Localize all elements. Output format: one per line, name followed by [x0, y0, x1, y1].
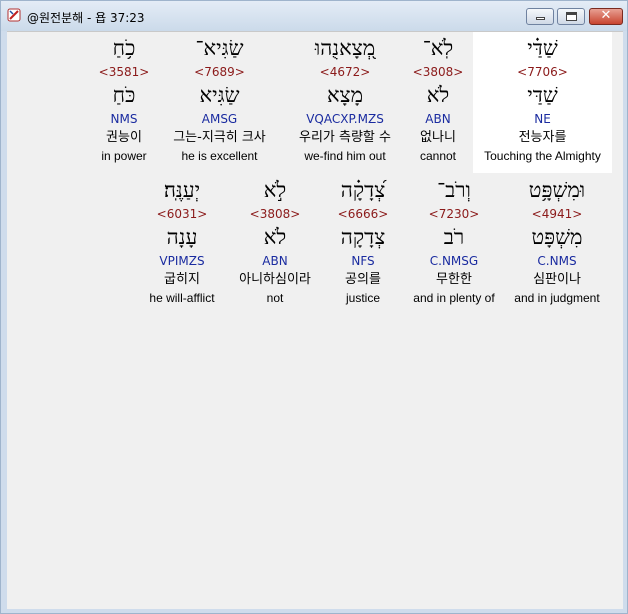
hebrew-lemma: מָצָא: [326, 83, 364, 107]
hebrew-word: כֹ֥חַ: [112, 36, 136, 60]
strong-number[interactable]: <6031>: [141, 207, 223, 222]
hebrew-lemma: שַׁדַּי: [527, 83, 558, 107]
strong-number[interactable]: <4941>: [507, 207, 607, 222]
app-window: @원전분해 - 욥 37:23 ✕ שַׁדַּ֗י <7706> שַׁדַּ…: [0, 0, 628, 614]
korean-gloss: 무한한: [436, 272, 472, 287]
korean-gloss: 심판이나: [533, 272, 581, 287]
english-gloss: justice: [345, 291, 380, 305]
word-cell[interactable]: לֹֽא־ <3808> לֹא ABN 없나니 cannot: [403, 32, 473, 173]
app-logo-icon: [7, 8, 21, 22]
word-cell[interactable]: שַׁדַּ֗י <7706> שַׁדַּי NE 전능자를 Touching…: [473, 32, 612, 173]
parsing-code[interactable]: VPIMZS: [141, 254, 223, 269]
word-cell[interactable]: וְרֹב־ <7230> רֹב C.NMSG 무한한 and in plen…: [405, 174, 503, 315]
hebrew-lemma: צְדָקָה: [340, 225, 386, 249]
hebrew-lemma: לֹא: [263, 225, 287, 249]
strong-number[interactable]: <4672>: [287, 65, 403, 80]
hebrew-lemma: שַׂגִּיא: [199, 83, 240, 107]
parsing-code[interactable]: ABN: [403, 112, 473, 127]
hebrew-word: צְ֝דָקָ֗ה: [340, 178, 386, 202]
korean-gloss: 아니하심이라: [239, 272, 311, 287]
korean-gloss: 없나니: [420, 130, 456, 145]
word-cell[interactable]: לֹ֣א <3808> לֹא ABN 아니하심이라 not: [228, 174, 322, 315]
word-cell[interactable]: וּמִשְׁפָּ֥ט <4941> מִשְׁפָּט C.NMS 심판이나…: [507, 174, 607, 315]
hebrew-word: וְרֹב־: [437, 178, 471, 202]
hebrew-lemma: מִשְׁפָּט: [531, 225, 583, 249]
maximize-icon: [566, 12, 577, 21]
close-icon: ✕: [600, 8, 612, 23]
parsing-code[interactable]: AMSG: [162, 112, 277, 127]
korean-gloss: 권능이: [106, 130, 142, 145]
strong-number[interactable]: <3808>: [403, 65, 473, 80]
title-bar[interactable]: @원전분해 - 욥 37:23 ✕: [1, 1, 627, 31]
parsing-code[interactable]: NFS: [323, 254, 403, 269]
hebrew-word: לֹ֣א: [263, 178, 287, 202]
parsing-code[interactable]: C.NMS: [507, 254, 607, 269]
strong-number[interactable]: <7706>: [473, 65, 612, 80]
english-gloss: we-find him out: [304, 149, 386, 163]
korean-gloss: 우리가 측량할 수: [299, 130, 391, 145]
english-gloss: cannot: [419, 149, 457, 163]
english-gloss: and in judgment: [514, 291, 600, 305]
english-gloss: he is excellent: [181, 149, 258, 163]
hebrew-lemma: עָנָה: [166, 225, 198, 249]
hebrew-word: שַׁדַּ֗י: [527, 36, 558, 60]
english-gloss: Touching the Almighty: [484, 149, 601, 163]
parsing-code[interactable]: C.NMSG: [405, 254, 503, 269]
strong-number[interactable]: <7230>: [405, 207, 503, 222]
word-cell[interactable]: שַׂגִּיא־ <7689> שַׂגִּיא AMSG 그는-지극히 크사…: [162, 32, 277, 173]
english-gloss: he will-afflict: [149, 291, 215, 305]
hebrew-word: וּמִשְׁפָּ֥ט: [528, 178, 586, 202]
window-title: @원전분해 - 욥 37:23: [27, 11, 145, 25]
parsing-code[interactable]: VQACXP.MZS: [287, 112, 403, 127]
word-cell[interactable]: צְ֝דָקָ֗ה <6666> צְדָקָה NFS 공의를 justice: [323, 174, 403, 315]
hebrew-lemma: לֹא: [426, 83, 450, 107]
word-cell[interactable]: מְ֭צָאנֻהוּ <4672> מָצָא VQACXP.MZS 우리가 …: [287, 32, 403, 173]
hebrew-word: יְעַנֶּֽה׃: [163, 178, 201, 202]
close-button[interactable]: ✕: [589, 8, 623, 25]
parsing-code[interactable]: ABN: [228, 254, 322, 269]
parsing-code[interactable]: NE: [473, 112, 612, 127]
english-gloss: and in plenty of: [413, 291, 495, 305]
korean-gloss: 전능자를: [518, 130, 567, 145]
minimize-button[interactable]: [526, 8, 554, 25]
word-cell[interactable]: כֹ֥חַ <3581> כֹּחַ NMS 권능이 in power: [95, 32, 153, 173]
strong-number[interactable]: <3581>: [95, 65, 153, 80]
korean-gloss: 공의를: [345, 272, 381, 287]
word-analysis-panel: שַׁדַּ֗י <7706> שַׁדַּי NE 전능자를 Touching…: [7, 31, 623, 609]
minimize-icon: [536, 17, 545, 20]
english-gloss: in power: [101, 149, 147, 163]
word-cell[interactable]: יְעַנֶּֽה׃ <6031> עָנָה VPIMZS 굽히지 he wi…: [141, 174, 223, 315]
hebrew-word: שַׂגִּיא־: [195, 36, 244, 60]
hebrew-word: לֹֽא־: [422, 36, 454, 60]
parsing-code[interactable]: NMS: [95, 112, 153, 127]
korean-gloss: 굽히지: [164, 272, 200, 287]
hebrew-lemma: רֹב: [443, 225, 465, 249]
strong-number[interactable]: <7689>: [162, 65, 277, 80]
english-gloss: not: [266, 291, 284, 305]
strong-number[interactable]: <3808>: [228, 207, 322, 222]
maximize-button[interactable]: [557, 8, 585, 25]
hebrew-lemma: כֹּחַ: [112, 83, 136, 107]
hebrew-word: מְ֭צָאנֻהוּ: [314, 36, 376, 60]
strong-number[interactable]: <6666>: [323, 207, 403, 222]
korean-gloss: 그는-지극히 크사: [173, 130, 266, 145]
